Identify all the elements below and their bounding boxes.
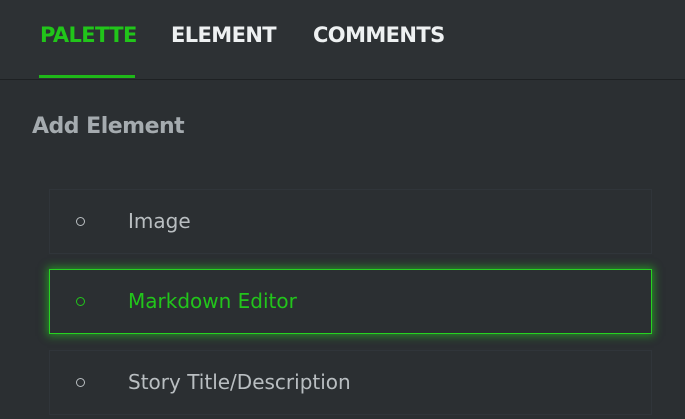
radio-icon	[76, 217, 85, 226]
radio-icon	[76, 297, 85, 306]
element-item-label: Markdown Editor	[128, 289, 297, 313]
element-list: Image Markdown Editor Story Title/Descri…	[0, 0, 685, 419]
radio-icon	[76, 378, 85, 387]
element-item-story-title-description[interactable]: Story Title/Description	[49, 350, 652, 415]
element-item-markdown-editor[interactable]: Markdown Editor	[49, 269, 652, 334]
element-item-label: Story Title/Description	[128, 370, 351, 394]
element-item-label: Image	[128, 209, 191, 233]
element-item-image[interactable]: Image	[49, 189, 652, 254]
